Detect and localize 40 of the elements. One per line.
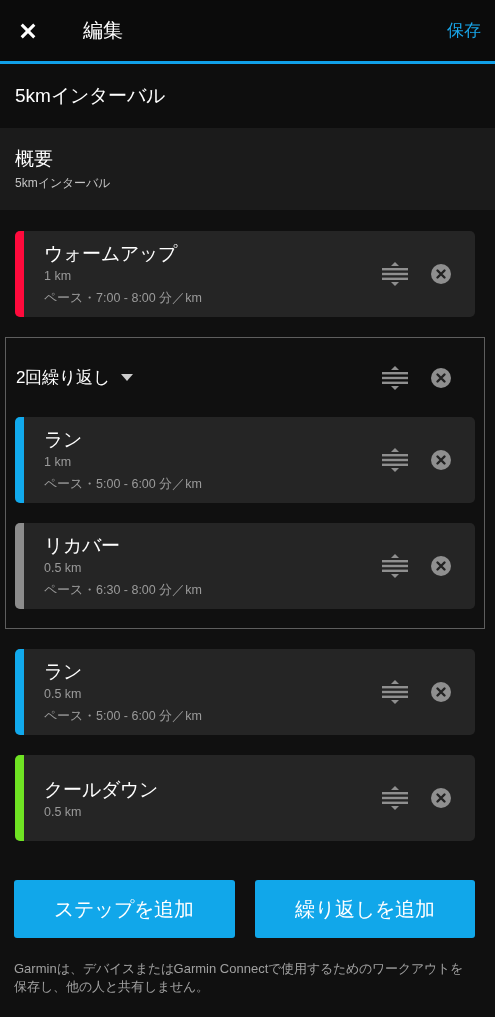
screen-title: 編集 bbox=[83, 18, 124, 43]
step-distance: 0.5 km bbox=[44, 686, 83, 701]
delete-icon[interactable] bbox=[431, 264, 451, 284]
summary-value: 5kmインターバル bbox=[15, 175, 111, 192]
step-card[interactable]: ラン 0.5 km ペース・5:00 - 6:00 分／km bbox=[15, 649, 475, 735]
delete-icon[interactable] bbox=[431, 450, 451, 470]
save-button[interactable]: 保存 bbox=[447, 19, 481, 42]
step-card[interactable]: ラン 1 km ペース・5:00 - 6:00 分／km bbox=[15, 417, 475, 503]
drag-handle-icon[interactable] bbox=[382, 261, 408, 287]
privacy-note: Garminは、デバイスまたはGarmin Connectで使用するためのワークアウトを保存し、他の人と共有しません。 bbox=[14, 960, 465, 996]
delete-icon[interactable] bbox=[431, 556, 451, 576]
step-distance: 0.5 km bbox=[44, 560, 83, 575]
step-pace: ペース・6:30 - 8:00 分／km bbox=[44, 581, 203, 599]
step-pace: ペース・7:00 - 8:00 分／km bbox=[44, 289, 203, 307]
step-name: ラン bbox=[44, 659, 83, 684]
step-name: リカバー bbox=[44, 533, 121, 558]
delete-icon[interactable] bbox=[431, 682, 451, 702]
drag-handle-icon[interactable] bbox=[382, 447, 408, 473]
delete-icon[interactable] bbox=[431, 788, 451, 808]
caret-icon bbox=[121, 374, 134, 381]
step-pace: ペース・5:00 - 6:00 分／km bbox=[44, 707, 203, 725]
step-name: ウォームアップ bbox=[44, 241, 179, 266]
summary-panel[interactable]: 概要 5kmインターバル bbox=[0, 128, 495, 210]
step-card[interactable]: クールダウン 0.5 km bbox=[15, 755, 475, 841]
drag-handle-icon[interactable] bbox=[382, 785, 408, 811]
step-card[interactable]: リカバー 0.5 km ペース・6:30 - 8:00 分／km bbox=[15, 523, 475, 609]
step-name: ラン bbox=[44, 427, 83, 452]
drag-handle-icon[interactable] bbox=[382, 553, 408, 579]
step-distance: 1 km bbox=[44, 268, 73, 283]
drag-handle-icon[interactable] bbox=[382, 364, 408, 391]
drag-handle-icon[interactable] bbox=[382, 679, 408, 705]
repeat-count-dropdown[interactable]: 2回繰り返し bbox=[6, 366, 382, 389]
step-distance: 0.5 km bbox=[44, 804, 83, 819]
close-icon[interactable] bbox=[19, 21, 37, 40]
step-card[interactable]: ウォームアップ 1 km ペース・7:00 - 8:00 分／km bbox=[15, 231, 475, 317]
delete-icon[interactable] bbox=[431, 367, 451, 388]
step-pace: ペース・5:00 - 6:00 分／km bbox=[44, 475, 203, 493]
step-name: クールダウン bbox=[44, 777, 159, 802]
step-distance: 1 km bbox=[44, 454, 73, 469]
summary-label: 概要 bbox=[15, 147, 54, 171]
